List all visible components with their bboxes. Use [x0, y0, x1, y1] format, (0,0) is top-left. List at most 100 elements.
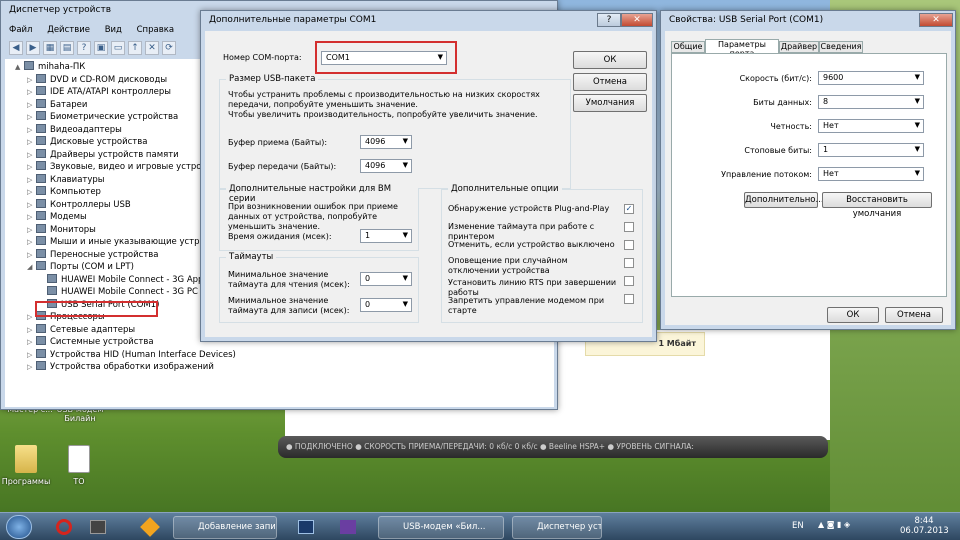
option-checkbox[interactable]: [624, 294, 634, 304]
read-timeout-select[interactable]: 0 ▼: [360, 272, 412, 286]
stop-bits-select[interactable]: 1 ▼: [818, 143, 924, 157]
close-icon[interactable]: ✕: [621, 13, 653, 27]
menu-view[interactable]: Вид: [105, 25, 122, 35]
expand-icon[interactable]: ▷: [27, 124, 36, 137]
dialog-title: Дополнительные параметры COM1: [209, 15, 377, 25]
monitor-icon[interactable]: [292, 516, 320, 539]
document-icon[interactable]: [68, 445, 90, 473]
expand-icon[interactable]: ▷: [27, 161, 36, 174]
expand-icon[interactable]: ▷: [27, 149, 36, 162]
field-label: Четность:: [770, 122, 812, 131]
tx-label: Буфер передачи (Байты):: [228, 162, 337, 171]
collapse-icon[interactable]: ◢: [27, 261, 36, 274]
tree-item-label: HUAWEI Mobile Connect - 3G PC UI: [61, 287, 210, 297]
option-checkbox[interactable]: ✓: [624, 204, 634, 214]
start-button[interactable]: [6, 515, 32, 539]
option-checkbox[interactable]: [624, 240, 634, 250]
write-timeout-select[interactable]: 0 ▼: [360, 298, 412, 312]
data-bits-select[interactable]: 8 ▼: [818, 95, 924, 109]
opera-icon[interactable]: [50, 516, 78, 539]
menu-file[interactable]: Файл: [9, 25, 32, 35]
avast-icon[interactable]: [136, 516, 164, 539]
update-driver-icon[interactable]: ↑: [128, 41, 142, 55]
tree-item[interactable]: ▷ Устройства обработки изображений: [9, 361, 550, 374]
expand-icon[interactable]: ▷: [27, 361, 36, 374]
defaults-button[interactable]: Умолчания: [573, 94, 647, 112]
device-icon: [36, 98, 46, 108]
advanced-com-dialog: Дополнительные параметры COM1 Номер COM-…: [200, 10, 657, 342]
expand-icon[interactable]: ▷: [27, 74, 36, 87]
close-icon[interactable]: ✕: [919, 13, 953, 27]
tx-buffer-select[interactable]: 4096 ▼: [360, 159, 412, 173]
port-select[interactable]: COM1 ▼: [321, 51, 447, 65]
expand-icon[interactable]: ▷: [27, 99, 36, 112]
cancel-button[interactable]: Отмена: [573, 73, 647, 91]
expand-icon[interactable]: ▷: [27, 111, 36, 124]
language-indicator[interactable]: EN: [792, 521, 804, 531]
ok-button[interactable]: ОК: [573, 51, 647, 69]
tab-port-settings[interactable]: Параметры порта: [705, 39, 779, 58]
latency-select[interactable]: 1 ▼: [360, 229, 412, 243]
field-label: Скорость (бит/с):: [739, 74, 812, 83]
tree-item-label: Порты (COM и LPT): [50, 262, 134, 272]
expand-icon[interactable]: ▷: [27, 199, 36, 212]
tree-item[interactable]: ▷ Устройства HID (Human Interface Devices…: [9, 348, 550, 362]
cancel-button[interactable]: Отмена: [885, 307, 943, 323]
taskbar-item-device-manager[interactable]: Диспетчер устро...: [512, 516, 602, 539]
option-checkbox[interactable]: [624, 276, 634, 286]
expand-icon[interactable]: ▷: [27, 249, 36, 262]
help-icon[interactable]: ?: [77, 41, 91, 55]
modem-status-bar: ● ПОДКЛЮЧЕНО ● СКОРОСТЬ ПРИЕМА/ПЕРЕДАЧИ:…: [278, 436, 828, 458]
taskbar-item-modem[interactable]: USB-модем «Бил...: [378, 516, 504, 539]
device-icon: [36, 123, 46, 133]
expand-icon[interactable]: ▷: [27, 336, 36, 349]
expand-icon[interactable]: ▷: [27, 211, 36, 224]
file-manager-icon[interactable]: [84, 516, 112, 539]
expand-icon[interactable]: ▷: [27, 86, 36, 99]
tab-general[interactable]: Общие: [671, 41, 705, 53]
restore-defaults-button[interactable]: Восстановить умолчания: [822, 192, 932, 219]
baud-rate-select[interactable]: 9600 ▼: [818, 71, 924, 85]
chevron-down-icon: ▼: [402, 231, 408, 239]
visual-studio-icon[interactable]: [334, 516, 362, 539]
port-label: Номер COM-порта:: [223, 53, 302, 62]
forward-icon[interactable]: ▶: [26, 41, 40, 55]
tray-icons[interactable]: ▲ ◙ ▮ ◈: [818, 520, 850, 529]
rx-buffer-select[interactable]: 4096 ▼: [360, 135, 412, 149]
select-value: Нет: [823, 121, 839, 130]
taskbar-item-browser[interactable]: Добавление запи...: [173, 516, 277, 539]
help-icon[interactable]: ?: [597, 13, 621, 27]
expand-icon[interactable]: ▷: [27, 236, 36, 249]
tab-driver[interactable]: Драйвер: [779, 41, 819, 53]
back-icon[interactable]: ◀: [9, 41, 23, 55]
select-value: 4096: [365, 161, 386, 170]
computer-icon[interactable]: ▭: [111, 41, 125, 55]
tab-details[interactable]: Сведения: [819, 41, 863, 53]
date: 06.07.2013: [900, 526, 949, 536]
file-icon[interactable]: ▤: [60, 41, 74, 55]
scan-icon[interactable]: ⟳: [162, 41, 176, 55]
menu-help[interactable]: Справка: [137, 25, 174, 35]
expand-icon[interactable]: ▷: [27, 349, 36, 362]
expand-icon[interactable]: ▷: [27, 224, 36, 237]
options-group: Дополнительные опции Обнаружение устройс…: [441, 184, 643, 323]
expand-icon[interactable]: ▷: [27, 186, 36, 199]
option-checkbox[interactable]: [624, 222, 634, 232]
clock[interactable]: 8:44 06.07.2013: [900, 516, 949, 536]
properties-icon[interactable]: ▦: [43, 41, 57, 55]
option-label: Оповещение при случайном отключении устр…: [448, 256, 568, 275]
option-checkbox[interactable]: [624, 258, 634, 268]
expand-icon[interactable]: ▷: [27, 136, 36, 149]
option-label: Установить линию RTS при завершении рабо…: [448, 278, 617, 297]
folder-icon[interactable]: [15, 445, 37, 473]
view-icon[interactable]: ▣: [94, 41, 108, 55]
advanced-button[interactable]: Дополнительно...: [744, 192, 824, 208]
collapse-icon[interactable]: ▲: [15, 61, 24, 74]
menu-action[interactable]: Действие: [47, 25, 90, 35]
expand-icon[interactable]: ▷: [27, 174, 36, 187]
expand-icon[interactable]: ▷: [27, 324, 36, 337]
flow-control-select[interactable]: Нет ▼: [818, 167, 924, 181]
parity-select[interactable]: Нет ▼: [818, 119, 924, 133]
uninstall-icon[interactable]: ✕: [145, 41, 159, 55]
ok-button[interactable]: ОК: [827, 307, 879, 323]
